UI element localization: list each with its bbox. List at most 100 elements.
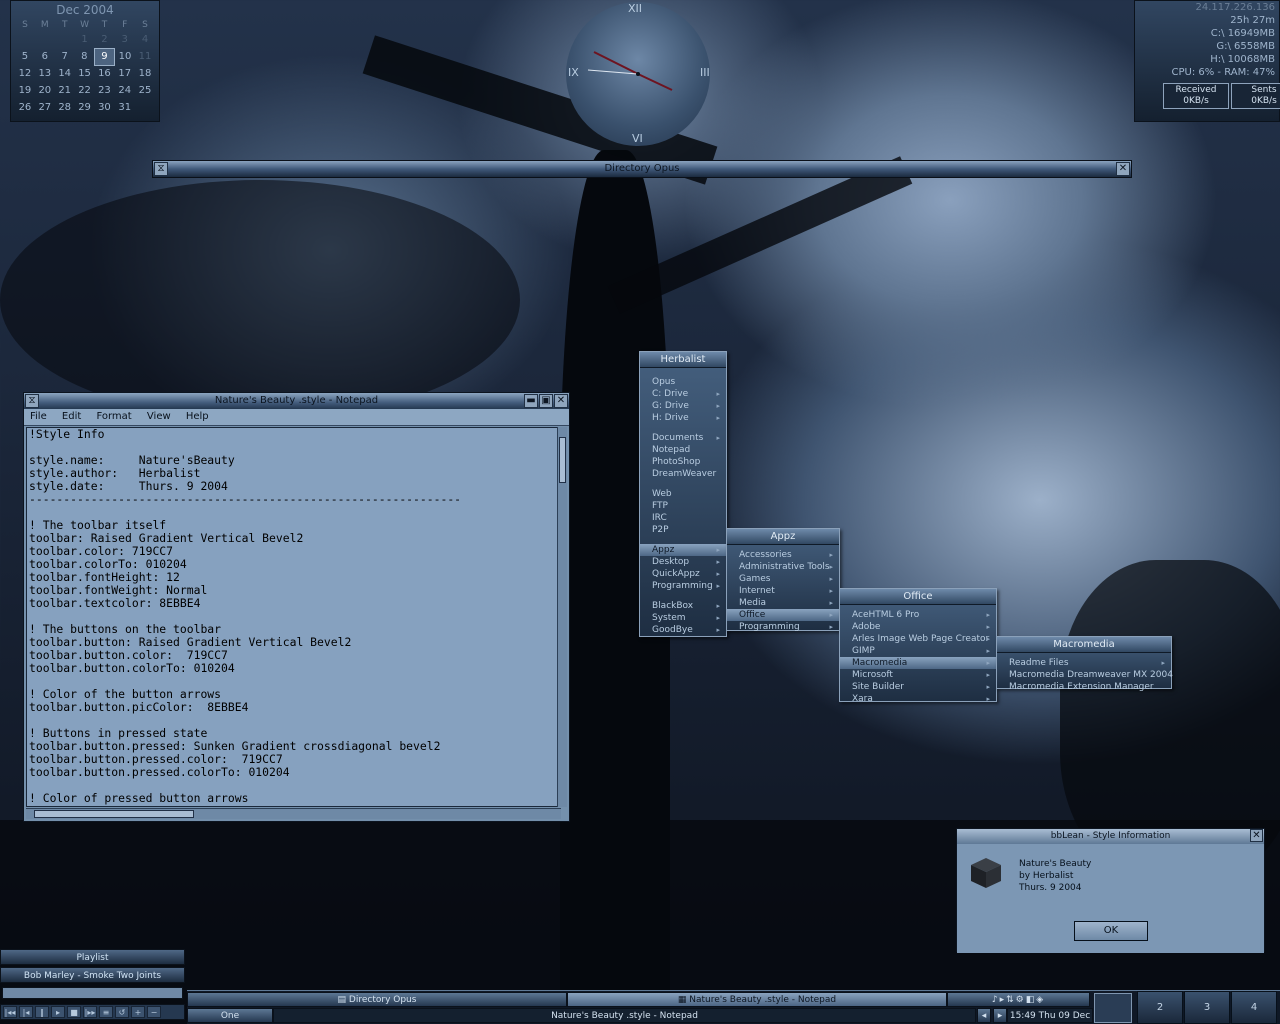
calendar-day[interactable]: 15: [75, 65, 95, 82]
menu-item[interactable]: P2P: [640, 524, 726, 536]
workspace-3[interactable]: 3: [1184, 991, 1230, 1024]
playback-control-button[interactable]: ■: [67, 1006, 81, 1018]
taskbar-clock[interactable]: 15:49 Thu 09 Dec: [1007, 1008, 1093, 1023]
menu-item[interactable]: PhotoShop: [640, 456, 726, 468]
menu-item[interactable]: Macromedia ▸: [840, 657, 996, 669]
calendar-day[interactable]: 5: [15, 48, 35, 65]
maximize-icon[interactable]: ▣: [539, 394, 553, 408]
playback-control-button[interactable]: +: [131, 1006, 145, 1018]
tray-settings-icon[interactable]: ⚙: [1016, 995, 1026, 1005]
playback-control-button[interactable]: |◂: [19, 1006, 33, 1018]
workspace-2[interactable]: 2: [1137, 991, 1183, 1024]
calendar-day[interactable]: 9: [94, 47, 115, 66]
menu-item[interactable]: Administrative Tools ▸: [727, 561, 839, 573]
calendar-day[interactable]: 4: [135, 31, 155, 48]
calendar-day[interactable]: 3: [114, 31, 135, 48]
menu-item[interactable]: Programming ▸: [640, 580, 726, 592]
minimize-icon[interactable]: ▬: [524, 394, 538, 408]
close-icon[interactable]: ✕: [1116, 162, 1130, 176]
calendar-day[interactable]: 8: [75, 48, 95, 65]
calendar-day[interactable]: 31: [114, 99, 135, 116]
menu-item[interactable]: Programming ▸: [727, 621, 839, 633]
menu-item[interactable]: Site Builder ▸: [840, 681, 996, 693]
directory-opus-window[interactable]: ⧖ Directory Opus ✕: [152, 160, 1132, 178]
calendar-day[interactable]: 30: [95, 99, 115, 116]
menu-edit[interactable]: Edit: [56, 409, 87, 424]
calendar-day[interactable]: 10: [114, 48, 135, 65]
calendar-day[interactable]: [15, 31, 35, 48]
calendar-day[interactable]: [55, 31, 75, 48]
calendar-day[interactable]: [35, 31, 55, 48]
ok-button[interactable]: OK: [1074, 921, 1148, 941]
menu-item[interactable]: Opus: [640, 376, 726, 388]
menu-item[interactable]: H: Drive ▸: [640, 412, 726, 424]
vertical-scrollbar[interactable]: [557, 427, 567, 807]
playback-control-button[interactable]: ≡: [99, 1006, 113, 1018]
horizontal-scrollbar[interactable]: [26, 808, 561, 819]
calendar-day[interactable]: 1: [75, 31, 95, 48]
playback-control-button[interactable]: ▸: [51, 1006, 65, 1018]
calendar-day[interactable]: 26: [15, 99, 35, 116]
calendar-day[interactable]: 13: [35, 65, 55, 82]
prev-workspace-button[interactable]: ◂: [977, 1008, 991, 1023]
scroll-thumb[interactable]: [34, 810, 194, 818]
menu-item[interactable]: Readme Files ▸: [997, 657, 1171, 669]
tray-security-icon[interactable]: ◈: [1036, 995, 1045, 1005]
menu-view[interactable]: View: [141, 409, 177, 424]
playback-control-button[interactable]: ↺: [115, 1006, 129, 1018]
menu-item[interactable]: GoodBye ▸: [640, 624, 726, 636]
menu-item[interactable]: Desktop ▸: [640, 556, 726, 568]
calendar-day[interactable]: 29: [75, 99, 95, 116]
menu-help[interactable]: Help: [180, 409, 215, 424]
menu-file[interactable]: File: [24, 409, 53, 424]
menu-item[interactable]: Microsoft ▸: [840, 669, 996, 681]
close-icon[interactable]: ✕: [554, 394, 568, 408]
menu-format[interactable]: Format: [90, 409, 137, 424]
menu-item[interactable]: AceHTML 6 Pro ▸: [840, 609, 996, 621]
playback-control-button[interactable]: −: [147, 1006, 161, 1018]
calendar-day[interactable]: 12: [15, 65, 35, 82]
menu-item[interactable]: C: Drive ▸: [640, 388, 726, 400]
playlist-track[interactable]: Bob Marley - Smoke Two Joints: [0, 967, 185, 983]
workspace-label[interactable]: One: [187, 1008, 273, 1023]
menu-item[interactable]: FTP: [640, 500, 726, 512]
menu-item[interactable]: Web: [640, 488, 726, 500]
menu-item[interactable]: Appz ▸: [640, 544, 726, 556]
calendar-day[interactable]: 11: [135, 48, 155, 65]
calendar-day[interactable]: 6: [35, 48, 55, 65]
menu-item[interactable]: Arles Image Web Page Creator ▸: [840, 633, 996, 645]
menu-item[interactable]: System ▸: [640, 612, 726, 624]
menu-item[interactable]: Internet ▸: [727, 585, 839, 597]
calendar-day[interactable]: 18: [135, 65, 155, 82]
task-directory-opus[interactable]: ▤ Directory Opus: [187, 992, 567, 1007]
menu-item[interactable]: GIMP ▸: [840, 645, 996, 657]
menu-item[interactable]: IRC: [640, 512, 726, 524]
calendar-day[interactable]: 25: [135, 82, 155, 99]
calendar-day[interactable]: 23: [95, 82, 115, 99]
menu-item[interactable]: Adobe ▸: [840, 621, 996, 633]
tray-network-icon[interactable]: ⇅: [1006, 995, 1016, 1005]
calendar-day[interactable]: 21: [55, 82, 75, 99]
playback-control-button[interactable]: |◂◂: [3, 1006, 17, 1018]
pager-current[interactable]: [1094, 993, 1132, 1023]
calendar-day[interactable]: 20: [35, 82, 55, 99]
calendar-day[interactable]: 24: [114, 82, 135, 99]
calendar-day[interactable]: 19: [15, 82, 35, 99]
menu-item[interactable]: Macromedia Dreamweaver MX 2004: [997, 669, 1173, 681]
calendar-day[interactable]: 17: [114, 65, 135, 82]
menu-item[interactable]: Macromedia Extension Manager: [997, 681, 1171, 693]
menu-item[interactable]: Media ▸: [727, 597, 839, 609]
menu-item[interactable]: Documents ▸: [640, 432, 726, 444]
calendar-day[interactable]: 7: [55, 48, 75, 65]
menu-item[interactable]: Office ▸: [727, 609, 839, 621]
next-workspace-button[interactable]: ▸: [993, 1008, 1007, 1023]
notepad-titlebar[interactable]: ⧖ Nature's Beauty .style - Notepad ▬ ▣ ✕: [24, 393, 569, 409]
dialog-titlebar[interactable]: bbLean - Style Information ✕: [957, 829, 1264, 844]
task-notepad[interactable]: ▦ Nature's Beauty .style - Notepad: [567, 992, 947, 1007]
calendar-day[interactable]: 22: [75, 82, 95, 99]
menu-item[interactable]: QuickAppz ▸: [640, 568, 726, 580]
tray-volume-icon[interactable]: ♪: [992, 995, 1000, 1005]
scroll-thumb[interactable]: [559, 437, 566, 483]
menu-item[interactable]: DreamWeaver: [640, 468, 726, 480]
calendar-day[interactable]: 2: [95, 31, 115, 48]
